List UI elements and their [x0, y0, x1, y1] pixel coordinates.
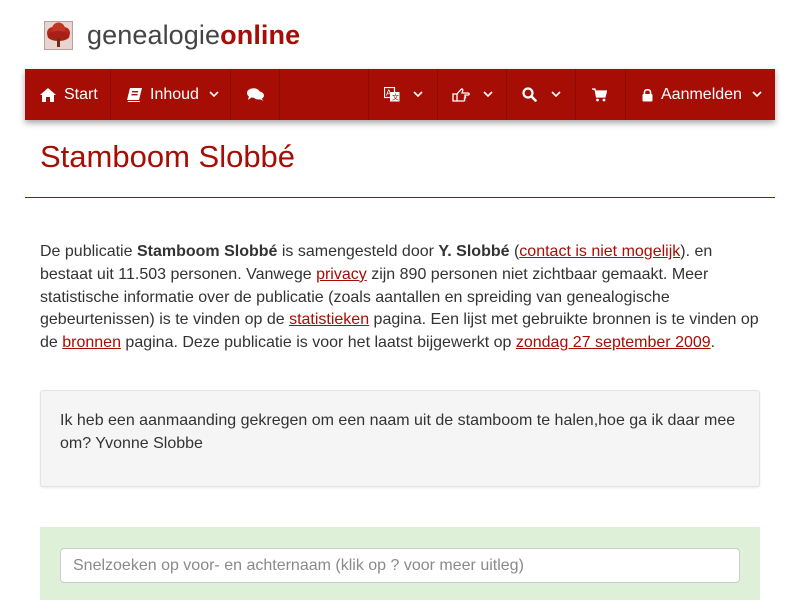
chevron-down-icon — [209, 91, 219, 98]
home-icon — [40, 87, 56, 102]
nav-inhoud-label: Inhoud — [150, 85, 199, 103]
svg-text:文: 文 — [392, 93, 399, 102]
nav-login[interactable]: Aanmelden — [626, 69, 775, 120]
contact-link[interactable]: contact is niet mogelijk — [519, 243, 680, 260]
nav-pointer[interactable] — [438, 69, 507, 120]
brand-text-accent: online — [220, 20, 301, 50]
tree-logo-icon[interactable] — [44, 20, 73, 50]
comments-icon — [246, 88, 264, 101]
language-icon: A文 — [384, 87, 400, 102]
intro-text: pagina. Deze publicatie is voor het laat… — [120, 334, 516, 352]
privacy-link[interactable]: privacy — [316, 266, 367, 283]
publication-note: Ik heb een aanmaanding gekregen om een n… — [40, 390, 760, 487]
hand-pointer-icon — [452, 87, 470, 102]
nav-search[interactable] — [507, 69, 576, 120]
search-icon — [522, 87, 537, 102]
nav-language[interactable]: A文 — [369, 69, 438, 120]
last-updated-link[interactable]: zondag 27 september 2009 — [516, 334, 711, 351]
publication-intro: De publicatie Stamboom Slobbé is samenge… — [40, 241, 765, 355]
intro-text: is samengesteld door — [277, 243, 439, 260]
nav-messages[interactable] — [231, 69, 280, 120]
chevron-down-icon — [752, 91, 762, 98]
nav-spacer — [280, 69, 369, 120]
intro-text: ( — [509, 243, 520, 260]
intro-text: De publicatie — [40, 243, 137, 260]
quick-search-panel — [40, 527, 760, 600]
quick-search-input[interactable] — [60, 548, 740, 583]
nav-start-label: Start — [64, 85, 98, 103]
nav-login-label: Aanmelden — [661, 85, 742, 103]
publication-note-text: Ik heb een aanmaanding gekregen om een n… — [60, 412, 736, 452]
publication-name: Stamboom Slobbé — [136, 243, 278, 260]
shopping-cart-icon — [592, 87, 607, 102]
page-title: Stamboom Slobbé — [40, 139, 296, 174]
title-divider — [25, 197, 775, 198]
site-brand[interactable]: genealogieonline — [87, 19, 300, 51]
intro-text: . — [710, 334, 716, 352]
site-header: genealogieonline — [44, 18, 300, 52]
nav-start[interactable]: Start — [25, 69, 111, 120]
brand-text: genealogie — [87, 20, 221, 50]
main-navbar: Start Inhoud A文 Aanmelden — [25, 69, 775, 120]
chevron-down-icon — [413, 91, 423, 98]
statistics-link[interactable]: statistieken — [289, 311, 369, 328]
book-icon — [127, 87, 142, 102]
chevron-down-icon — [483, 91, 493, 98]
nav-inhoud[interactable]: Inhoud — [111, 69, 231, 120]
sources-link[interactable]: bronnen — [62, 334, 121, 351]
nav-cart[interactable] — [576, 69, 626, 120]
author-name: Y. Slobbé — [438, 243, 510, 260]
chevron-down-icon — [551, 91, 561, 98]
lock-icon — [642, 88, 653, 102]
